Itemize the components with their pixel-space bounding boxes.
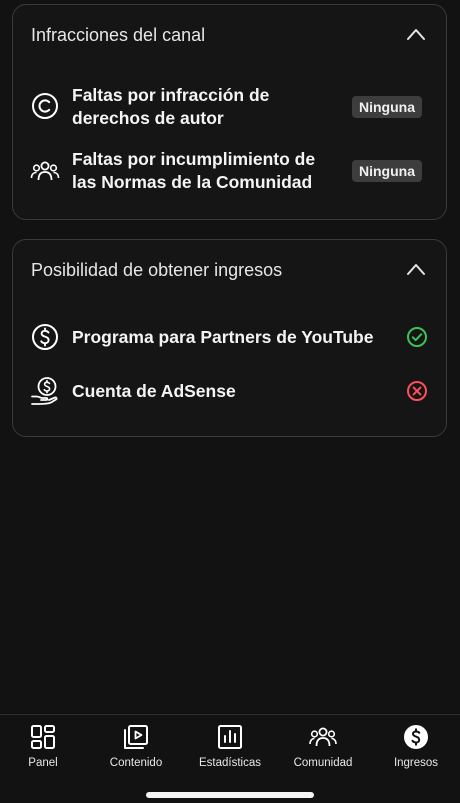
adsense-label: Cuenta de AdSense bbox=[72, 381, 236, 401]
dollar-circle-icon bbox=[32, 324, 58, 350]
nav-item-ingresos[interactable]: Ingresos bbox=[370, 723, 460, 769]
copyright-strikes-label: Faltas por infracción de derechos de aut… bbox=[72, 85, 270, 128]
chevron-up-icon[interactable] bbox=[406, 262, 426, 276]
content-icon bbox=[124, 725, 148, 749]
dashboard-icon bbox=[31, 725, 55, 749]
hand-coin-icon bbox=[31, 377, 58, 405]
nav-item-estadisticas[interactable]: Estadísticas bbox=[184, 723, 276, 769]
status-badge: Ninguna bbox=[352, 160, 422, 182]
monetization-title: Posibilidad de obtener ingresos bbox=[31, 260, 283, 280]
nav-label-estadisticas: Estadísticas bbox=[199, 757, 261, 769]
chevron-up-icon[interactable] bbox=[406, 27, 426, 41]
earn-icon bbox=[404, 725, 428, 749]
adsense-row: Cuenta de AdSense bbox=[13, 372, 446, 412]
analytics-icon bbox=[218, 725, 242, 749]
people-icon bbox=[30, 161, 60, 181]
infractions-title: Infracciones del canal bbox=[31, 25, 206, 45]
x-circle-icon bbox=[407, 381, 427, 401]
check-circle-icon bbox=[407, 327, 427, 347]
copyright-icon bbox=[32, 93, 58, 119]
copyright-strikes-row: Faltas por infracción de derechos de aut… bbox=[13, 81, 446, 131]
monetization-header[interactable]: Posibilidad de obtener ingresos bbox=[13, 240, 446, 300]
home-indicator[interactable] bbox=[146, 792, 314, 798]
bottom-navigation: Panel Contenido Estadísticas Comunidad I… bbox=[0, 714, 460, 803]
ypp-row: Programa para Partners de YouTube bbox=[13, 318, 446, 358]
nav-label-ingresos: Ingresos bbox=[393, 757, 439, 769]
nav-label-contenido: Contenido bbox=[109, 757, 163, 769]
channel-infractions-card: Infracciones del canal Faltas por infrac… bbox=[12, 4, 447, 220]
nav-label-panel: Panel bbox=[28, 757, 58, 769]
status-badge: Ninguna bbox=[352, 96, 422, 118]
ypp-label: Programa para Partners de YouTube bbox=[72, 327, 374, 347]
monetization-card: Posibilidad de obtener ingresos Programa… bbox=[12, 239, 447, 437]
community-strikes-label: Faltas por incumplimiento de las Normas … bbox=[72, 149, 316, 192]
infractions-header[interactable]: Infracciones del canal bbox=[13, 5, 446, 65]
nav-item-contenido[interactable]: Contenido bbox=[90, 723, 182, 769]
community-guidelines-strikes-row: Faltas por incumplimiento de las Normas … bbox=[13, 145, 446, 195]
nav-item-panel[interactable]: Panel bbox=[0, 723, 89, 769]
nav-item-comunidad[interactable]: Comunidad bbox=[277, 723, 369, 769]
community-icon bbox=[309, 727, 337, 747]
nav-label-comunidad: Comunidad bbox=[293, 757, 353, 769]
